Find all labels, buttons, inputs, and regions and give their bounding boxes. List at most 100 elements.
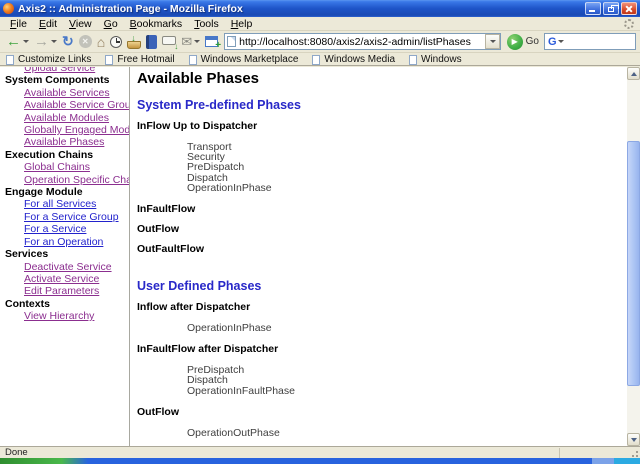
menu-view[interactable]: View	[63, 18, 98, 30]
bookmark-windows[interactable]: Windows	[409, 54, 462, 65]
close-button[interactable]	[621, 2, 637, 15]
stop-icon: ✕	[78, 35, 92, 48]
search-box: G	[544, 33, 636, 50]
sidebar-link-available-service-groups[interactable]: Available Service Groups	[24, 99, 129, 111]
phase-list: PreDispatch Dispatch OperationInFaultPha…	[187, 365, 627, 396]
menu-help[interactable]: Help	[225, 18, 259, 30]
main-content: Available Phases System Pre-defined Phas…	[131, 67, 627, 446]
sidebar-link-available-modules[interactable]: Available Modules	[24, 112, 129, 124]
menu-edit[interactable]: Edit	[33, 18, 63, 30]
menu-go[interactable]: Go	[98, 18, 124, 30]
windows-taskbar	[0, 458, 640, 464]
forward-dropdown-icon[interactable]	[51, 40, 57, 43]
vertical-scrollbar[interactable]	[627, 67, 640, 446]
back-dropdown-icon[interactable]	[23, 40, 29, 43]
sidebar-link-edit-parameters[interactable]: Edit Parameters	[24, 285, 129, 297]
phase-item: OperationInPhase	[187, 322, 272, 335]
forward-button[interactable]: →	[32, 32, 59, 52]
start-button[interactable]	[0, 458, 88, 464]
phase-item: OperationInPhase	[187, 181, 272, 194]
bookmarks-button[interactable]	[144, 32, 159, 52]
sidebar-heading-system-components: System Components	[5, 74, 110, 87]
url-dropdown-button[interactable]	[484, 34, 500, 49]
back-button[interactable]: ←	[4, 32, 31, 52]
firefox-icon	[3, 3, 14, 14]
scrollbar-thumb[interactable]	[627, 141, 640, 386]
mail-envelope-icon: ✉	[181, 33, 193, 49]
sidebar-link-available-phases[interactable]: Available Phases	[24, 136, 129, 148]
phase-list: Transport Security PreDispatch Dispatch …	[187, 142, 627, 194]
bookmark-windows-marketplace[interactable]: Windows Marketplace	[188, 54, 298, 65]
menu-bookmarks[interactable]: Bookmarks	[124, 18, 189, 30]
sidebar-link-global-chains[interactable]: Global Chains	[24, 161, 129, 173]
new-window-button[interactable]	[203, 32, 221, 52]
downloads-button[interactable]	[125, 32, 143, 52]
firefox-window: Axis2 :: Administration Page - Mozilla F…	[0, 0, 640, 464]
message-button[interactable]	[160, 32, 178, 52]
sidebar-heading-services: Services	[5, 248, 49, 261]
group-title-outfaultflow: OutFaultFlow	[137, 243, 205, 256]
sidebar-link-for-all-services[interactable]: For all Services	[24, 198, 129, 210]
status-segment	[559, 447, 629, 458]
status-bar: Done	[0, 446, 640, 458]
group-title-infaultflow: InFaultFlow	[137, 203, 196, 216]
bookmark-page-icon	[409, 54, 418, 65]
section-heading-system-predefined: System Pre-defined Phases	[137, 98, 301, 112]
page-title: Available Phases	[137, 70, 260, 87]
sidebar-link-deactivate-service[interactable]: Deactivate Service	[24, 261, 129, 273]
home-button[interactable]: ⌂	[95, 32, 107, 52]
restore-button[interactable]	[603, 2, 619, 15]
scroll-up-button[interactable]	[627, 67, 640, 80]
bookmark-windows-media[interactable]: Windows Media	[312, 54, 395, 65]
group-title-inflow-after-dispatcher: Inflow after Dispatcher	[137, 301, 251, 314]
back-icon: ←	[6, 32, 21, 50]
reload-button[interactable]: ↻	[60, 32, 76, 52]
minimize-button[interactable]	[585, 2, 601, 15]
sidebar-link-activate-service[interactable]: Activate Service	[24, 273, 129, 285]
sidebar-link-upload-service[interactable]: Upload Service	[24, 67, 129, 74]
group-title-infaultflow-after-dispatcher: InFaultFlow after Dispatcher	[137, 343, 279, 356]
stop-button[interactable]: ✕	[77, 32, 94, 52]
sidebar-link-available-services[interactable]: Available Services	[24, 87, 129, 99]
sidebar-link-operation-specific-chains[interactable]: Operation Specific Chains	[24, 174, 129, 186]
phase-item: OperationInFaultPhase	[187, 384, 295, 397]
status-text: Done	[5, 447, 28, 458]
history-clock-icon	[110, 35, 123, 48]
menu-tools[interactable]: Tools	[188, 18, 225, 30]
url-input[interactable]	[236, 34, 485, 49]
home-icon: ⌂	[96, 33, 106, 50]
bookmark-customize-links[interactable]: Customize Links	[6, 54, 91, 65]
sidebar-link-for-a-service-group[interactable]: For a Service Group	[24, 211, 129, 223]
scroll-down-button[interactable]	[627, 433, 640, 446]
title-bar[interactable]: Axis2 :: Administration Page - Mozilla F…	[0, 0, 640, 17]
go-button[interactable]: ▶	[506, 33, 523, 50]
navigation-toolbar: ← → ↻ ✕ ⌂ ✉	[0, 31, 640, 53]
url-dropdown-icon	[489, 40, 496, 43]
mail-button[interactable]: ✉	[179, 32, 202, 52]
system-tray	[614, 458, 640, 464]
sidebar-link-for-a-service[interactable]: For a Service	[24, 223, 129, 235]
throbber-icon	[624, 18, 634, 29]
sidebar-link-for-an-operation[interactable]: For an Operation	[24, 236, 129, 248]
restore-icon	[608, 5, 619, 12]
menu-bar: File Edit View Go Bookmarks Tools Help	[0, 17, 640, 31]
go-arrow-icon: ▶	[511, 37, 518, 46]
resize-grip[interactable]	[629, 447, 639, 458]
url-bar	[224, 33, 501, 50]
message-bubble-icon	[162, 35, 178, 51]
bookmark-page-icon	[188, 54, 197, 65]
search-input[interactable]	[563, 35, 635, 48]
section-heading-user-defined: User Defined Phases	[137, 279, 262, 294]
phase-item: PreDispatch	[187, 364, 245, 377]
downloads-icon	[127, 33, 142, 49]
sidebar-link-globally-engaged-modules[interactable]: Globally Engaged Modules	[24, 124, 129, 136]
bookmark-free-hotmail[interactable]: Free Hotmail	[105, 54, 175, 65]
history-button[interactable]	[108, 32, 124, 52]
menu-file[interactable]: File	[4, 18, 33, 30]
sidebar-link-view-hierarchy[interactable]: View Hierarchy	[24, 310, 129, 322]
google-logo-icon: G	[548, 35, 557, 48]
taskbar-segment	[592, 458, 614, 464]
admin-sidebar: Upload Service System Components Availab…	[0, 67, 130, 446]
sidebar-heading-engage-module: Engage Module	[5, 186, 83, 199]
mail-dropdown-icon[interactable]	[194, 40, 201, 43]
